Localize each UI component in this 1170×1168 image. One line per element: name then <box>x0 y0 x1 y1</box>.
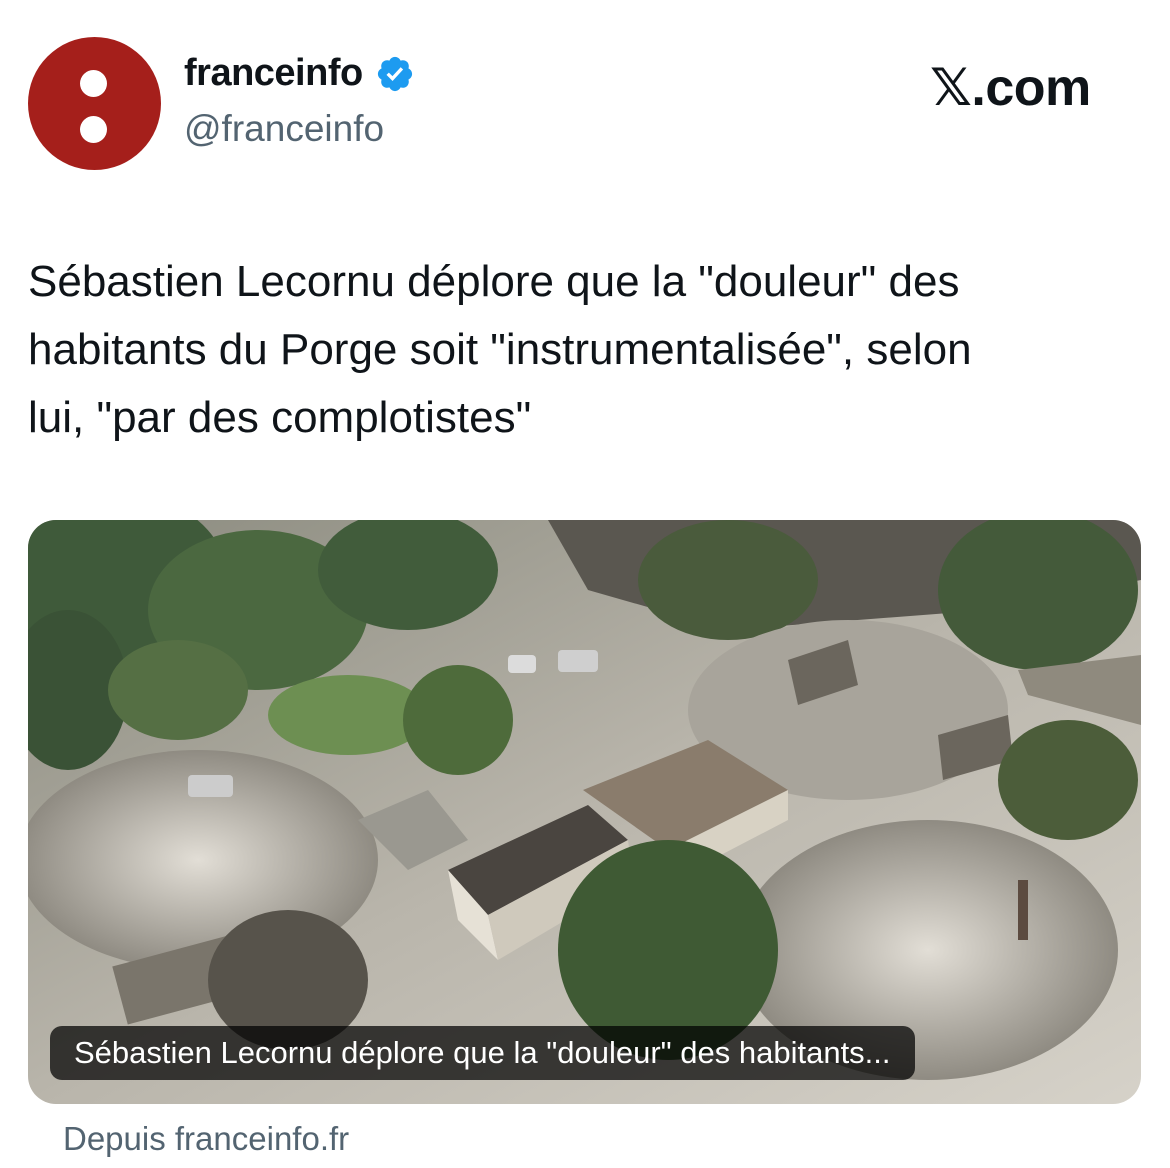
verified-badge-icon <box>377 56 412 91</box>
account-handle[interactable]: @franceinfo <box>184 108 384 150</box>
card-caption: Sébastien Lecornu déplore que la "douleu… <box>50 1026 915 1080</box>
card-image-burned-houses <box>28 520 1141 1104</box>
tweet-text: Sébastien Lecornu déplore que la "douleu… <box>28 248 1148 452</box>
tweet-line: lui, "par des complotistes" <box>28 393 532 442</box>
tweet-line: habitants du Porge soit "instrumentalisé… <box>28 325 972 374</box>
link-card[interactable]: Sébastien Lecornu déplore que la "douleu… <box>28 520 1141 1104</box>
display-name-row[interactable]: franceinfo <box>184 52 415 95</box>
tweet-line: Sébastien Lecornu déplore que la "douleu… <box>28 257 960 306</box>
avatar-dot-top <box>80 70 107 97</box>
card-source-link[interactable]: Depuis franceinfo.fr <box>63 1120 349 1158</box>
x-com-watermark: 𝕏.com <box>930 59 1091 117</box>
franceinfo-avatar[interactable] <box>28 37 161 170</box>
avatar-dot-bottom <box>80 116 107 143</box>
display-name[interactable]: franceinfo <box>184 52 363 95</box>
